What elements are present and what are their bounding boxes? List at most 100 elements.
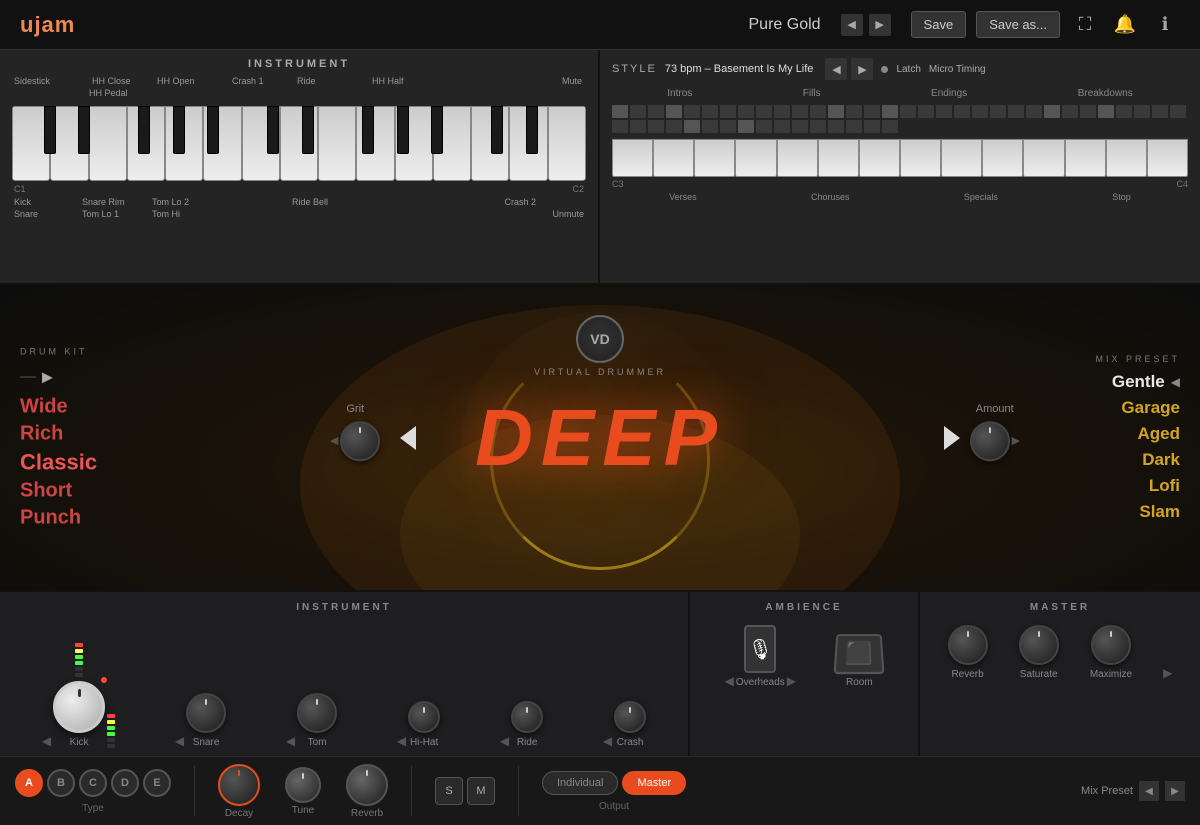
style-key-w[interactable] [612, 139, 653, 177]
type-btn-d[interactable]: D [111, 769, 139, 797]
style-cell[interactable] [702, 105, 718, 118]
overheads-right-arrow[interactable]: ▶ [787, 674, 796, 688]
preset-prev-button[interactable]: ◀ [841, 14, 863, 36]
style-cell[interactable] [666, 105, 682, 118]
key-b-8[interactable] [362, 106, 374, 154]
style-cell[interactable] [1116, 105, 1132, 118]
key-w-15[interactable] [548, 106, 586, 181]
preset-next-button[interactable]: ▶ [869, 14, 891, 36]
style-key-w[interactable] [694, 139, 735, 177]
style-cell[interactable] [720, 105, 736, 118]
master-maximize-knob[interactable] [1091, 625, 1131, 665]
key-w-3[interactable] [89, 106, 127, 181]
style-cell[interactable] [648, 105, 664, 118]
style-keyboard[interactable] [612, 137, 1188, 177]
key-b-1[interactable] [44, 106, 56, 154]
latch-button[interactable]: Latch [896, 64, 920, 75]
style-cell[interactable] [1170, 105, 1186, 118]
kit-item-rich[interactable]: Rich [20, 422, 97, 445]
grit-left-arrow[interactable]: ◀ [330, 434, 338, 447]
style-cell[interactable] [702, 120, 718, 133]
style-key-w[interactable] [859, 139, 900, 177]
style-cell[interactable] [846, 105, 862, 118]
kick-left-arrow[interactable]: ◀ [42, 734, 51, 748]
style-key-w[interactable] [941, 139, 982, 177]
save-button[interactable]: Save [911, 11, 967, 38]
master-saturate-knob[interactable] [1019, 625, 1059, 665]
style-cell[interactable] [1062, 105, 1078, 118]
style-key-w[interactable] [1065, 139, 1106, 177]
style-cell[interactable] [900, 105, 916, 118]
tom-left-arrow[interactable]: ◀ [286, 734, 295, 748]
amount-knob[interactable] [970, 421, 1010, 461]
key-b-7[interactable] [302, 106, 314, 154]
drum-kit-nav-arrow[interactable]: ▶ [42, 368, 53, 385]
snare-knob[interactable] [186, 693, 226, 733]
key-w-9[interactable] [318, 106, 356, 181]
style-key-w[interactable] [735, 139, 776, 177]
style-key-w[interactable] [777, 139, 818, 177]
style-cell[interactable] [1098, 105, 1114, 118]
type-btn-b[interactable]: B [47, 769, 75, 797]
output-individual-button[interactable]: Individual [542, 771, 618, 795]
key-b-12[interactable] [526, 106, 538, 154]
style-cell[interactable] [666, 120, 682, 133]
crash-left-arrow[interactable]: ◀ [603, 734, 612, 748]
type-btn-a[interactable]: A [15, 769, 43, 797]
key-b-11[interactable] [491, 106, 503, 154]
key-b-9[interactable] [397, 106, 409, 154]
overheads-left-arrow[interactable]: ◀ [725, 674, 734, 688]
kit-item-short[interactable]: Short [20, 479, 97, 502]
decay-knob[interactable] [218, 764, 260, 806]
style-cell[interactable] [1026, 105, 1042, 118]
style-cell[interactable] [1080, 105, 1096, 118]
tune-knob[interactable] [285, 767, 321, 803]
triangle-right-arrow[interactable] [944, 426, 960, 450]
key-b-6[interactable] [267, 106, 279, 154]
style-cell[interactable] [846, 120, 862, 133]
style-cell[interactable] [792, 105, 808, 118]
mix-preset-prev-button[interactable]: ◀ [1139, 781, 1159, 801]
save-as-button[interactable]: Save as... [976, 11, 1060, 38]
solo-button[interactable]: S [435, 777, 463, 805]
style-cell[interactable] [774, 120, 790, 133]
style-cell[interactable] [972, 105, 988, 118]
mix-item-dark[interactable]: Dark [1142, 450, 1180, 470]
kit-item-classic[interactable]: Classic [20, 449, 97, 475]
style-key-w[interactable] [1023, 139, 1064, 177]
style-key-w[interactable] [1147, 139, 1188, 177]
tom-knob[interactable] [297, 693, 337, 733]
kit-item-punch[interactable]: Punch [20, 506, 97, 529]
style-cell[interactable] [936, 105, 952, 118]
style-cell[interactable] [1044, 105, 1060, 118]
key-b-3[interactable] [138, 106, 150, 154]
output-master-button[interactable]: Master [622, 771, 686, 795]
style-next-button[interactable]: ▶ [851, 58, 873, 80]
style-cell[interactable] [792, 120, 808, 133]
style-cell[interactable] [1134, 105, 1150, 118]
style-cell[interactable] [864, 105, 880, 118]
mix-item-aged[interactable]: Aged [1138, 424, 1181, 444]
style-key-w[interactable] [1106, 139, 1147, 177]
master-right-arrow[interactable]: ▶ [1163, 666, 1172, 680]
style-cell[interactable] [882, 105, 898, 118]
style-cell[interactable] [630, 120, 646, 133]
type-btn-e[interactable]: E [143, 769, 171, 797]
info-button[interactable]: ℹ [1150, 10, 1180, 40]
mix-preset-next-button[interactable]: ▶ [1165, 781, 1185, 801]
key-b-5[interactable] [207, 106, 219, 154]
style-key-w[interactable] [818, 139, 859, 177]
master-reverb-knob[interactable] [948, 625, 988, 665]
mix-item-garage[interactable]: Garage [1121, 398, 1180, 418]
mix-item-slam[interactable]: Slam [1139, 502, 1180, 522]
amount-right-arrow[interactable]: ▶ [1012, 434, 1020, 447]
crash-knob[interactable] [614, 701, 646, 733]
hihat-knob[interactable] [408, 701, 440, 733]
style-cell[interactable] [828, 120, 844, 133]
style-cell[interactable] [810, 105, 826, 118]
style-cell[interactable] [990, 105, 1006, 118]
style-cell[interactable] [612, 105, 628, 118]
mix-item-lofi[interactable]: Lofi [1149, 476, 1180, 496]
style-cell[interactable] [828, 105, 844, 118]
ride-left-arrow[interactable]: ◀ [500, 734, 509, 748]
